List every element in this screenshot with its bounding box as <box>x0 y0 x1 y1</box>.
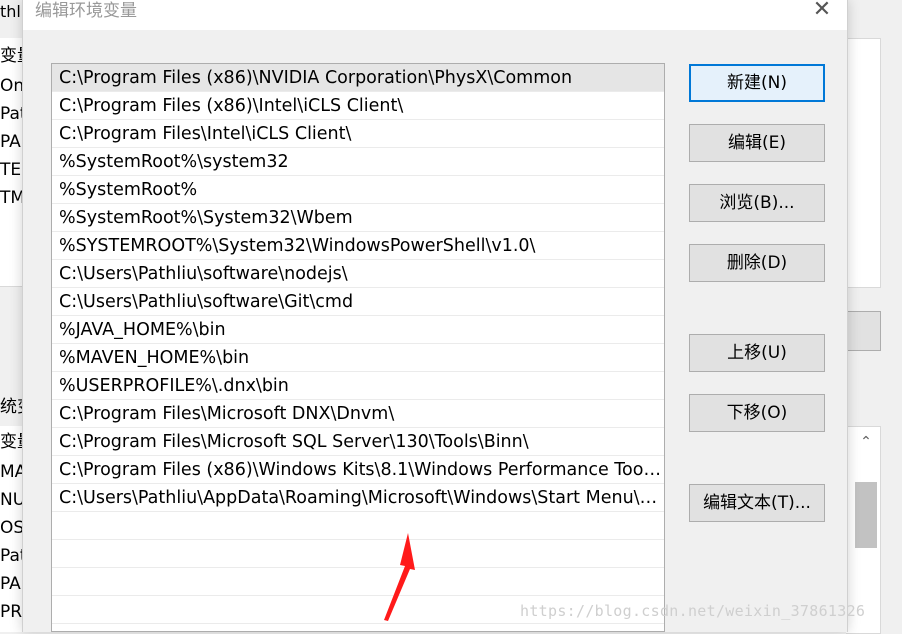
path-entry[interactable]: C:\Program Files (x86)\NVIDIA Corporatio… <box>52 64 664 92</box>
system-var-row[interactable]: OS <box>0 518 24 538</box>
path-entry[interactable]: %MAVEN_HOME%\bin <box>52 344 664 372</box>
path-entry[interactable]: C:\Users\Pathliu\AppData\Roaming\Microso… <box>52 484 664 512</box>
watermark: https://blog.csdn.net/weixin_37861326 <box>520 602 866 620</box>
user-var-row[interactable]: TE <box>0 160 21 180</box>
edit-environment-variable-dialog: 编辑环境变量 ✕ C:\Program Files (x86)\NVIDIA C… <box>22 0 848 632</box>
path-entry[interactable]: %SystemRoot%\System32\Wbem <box>52 204 664 232</box>
path-entry[interactable]: C:\Program Files (x86)\Windows Kits\8.1\… <box>52 456 664 484</box>
move-down-button[interactable]: 下移(O) <box>689 394 825 432</box>
scrollbar-thumb[interactable] <box>855 482 877 548</box>
system-var-row[interactable]: PR <box>0 602 22 622</box>
path-entries-list[interactable]: C:\Program Files (x86)\NVIDIA Corporatio… <box>51 63 665 632</box>
empty-row <box>52 512 664 540</box>
user-variables-list-edge <box>846 38 881 288</box>
arrow-shape <box>384 533 415 621</box>
edit-text-button[interactable]: 编辑文本(T)... <box>689 484 825 522</box>
empty-row <box>52 568 664 596</box>
path-entry[interactable]: %SystemRoot%\system32 <box>52 148 664 176</box>
path-entry[interactable]: C:\Program Files (x86)\Intel\iCLS Client… <box>52 92 664 120</box>
system-var-row[interactable]: PA <box>0 574 21 594</box>
path-entry[interactable]: C:\Program Files\Intel\iCLS Client\ <box>52 120 664 148</box>
red-arrow-annotation <box>384 533 415 621</box>
path-entry[interactable]: C:\Users\Pathliu\software\Git\cmd <box>52 288 664 316</box>
background-window-title: thl <box>0 2 21 21</box>
new-button[interactable]: 新建(N) <box>689 64 825 102</box>
path-entry[interactable]: %USERPROFILE%\.dnx\bin <box>52 372 664 400</box>
user-var-row[interactable]: On <box>0 76 24 96</box>
empty-row <box>52 624 664 631</box>
browse-button[interactable]: 浏览(B)... <box>689 184 825 222</box>
path-entry[interactable]: %SystemRoot% <box>52 176 664 204</box>
chevron-up-icon[interactable]: ⌃ <box>856 432 876 452</box>
close-icon[interactable]: ✕ <box>811 0 833 22</box>
path-entry[interactable]: C:\Program Files\Microsoft SQL Server\13… <box>52 428 664 456</box>
path-entry[interactable]: C:\Program Files\Microsoft DNX\Dnvm\ <box>52 400 664 428</box>
empty-row <box>52 540 664 568</box>
path-entry[interactable]: %SYSTEMROOT%\System32\WindowsPowerShell\… <box>52 232 664 260</box>
move-up-button[interactable]: 上移(U) <box>689 334 825 372</box>
path-entry[interactable]: C:\Users\Pathliu\software\nodejs\ <box>52 260 664 288</box>
dialog-titlebar: 编辑环境变量 ✕ <box>23 0 847 30</box>
delete-button[interactable]: 删除(D) <box>689 244 825 282</box>
edit-button[interactable]: 编辑(E) <box>689 124 825 162</box>
path-entry[interactable]: %JAVA_HOME%\bin <box>52 316 664 344</box>
background-button[interactable] <box>846 311 881 351</box>
dialog-title: 编辑环境变量 <box>35 1 137 21</box>
user-var-row[interactable]: PA <box>0 132 21 152</box>
